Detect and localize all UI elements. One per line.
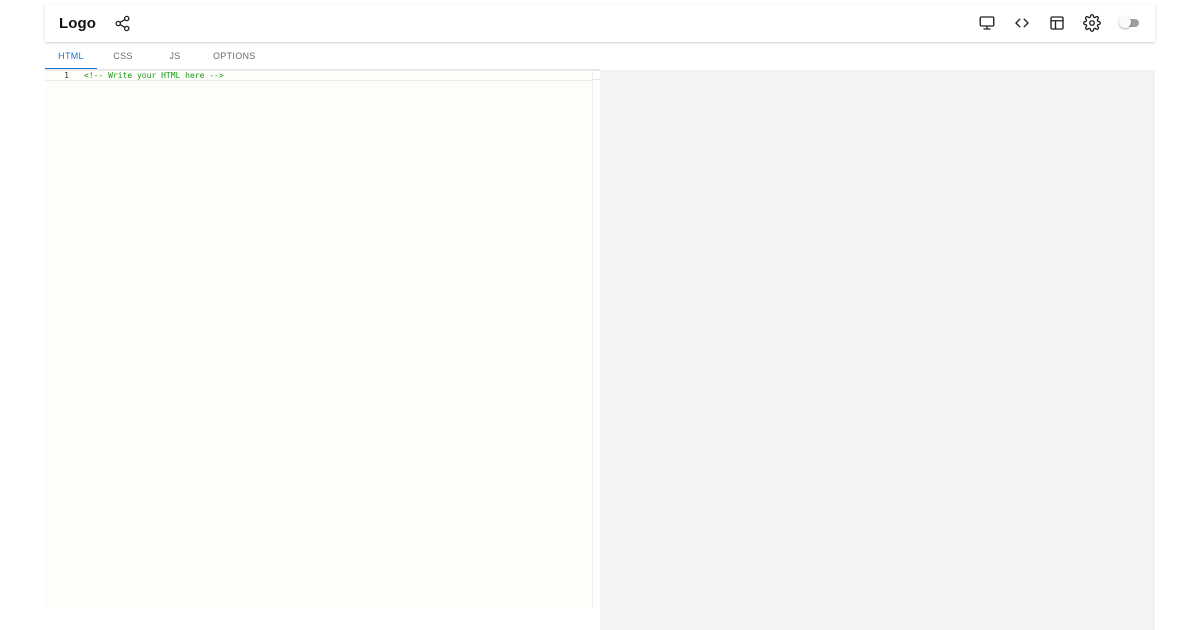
line-code[interactable]: <!-- Write your HTML here -->: [73, 71, 224, 80]
header-left: Logo: [59, 13, 132, 33]
preview-pane[interactable]: [600, 70, 1155, 630]
code-editor[interactable]: 1 <!-- Write your HTML here -->: [45, 70, 601, 607]
app-root: Logo HTML CSS JS OPTIONS 1 <!-- Write yo…: [0, 0, 1200, 630]
header-right: [977, 13, 1141, 33]
tab-js[interactable]: JS: [149, 44, 201, 70]
editor-tabs: HTML CSS JS OPTIONS: [45, 44, 268, 70]
logo: Logo: [59, 14, 97, 32]
toggle-thumb: [1119, 16, 1131, 28]
layout-icon[interactable]: [1047, 13, 1067, 33]
theme-toggle[interactable]: [1119, 16, 1141, 30]
desktop-monitor-icon[interactable]: [977, 13, 997, 33]
editor-line: 1 <!-- Write your HTML here -->: [45, 70, 593, 81]
line-number: 1: [64, 71, 69, 80]
gear-icon[interactable]: [1082, 13, 1102, 33]
tab-html[interactable]: HTML: [45, 44, 97, 70]
tab-options[interactable]: OPTIONS: [201, 44, 268, 70]
tab-css[interactable]: CSS: [97, 44, 149, 70]
code-brackets-icon[interactable]: [1012, 13, 1032, 33]
editor-scrollbar[interactable]: [592, 70, 601, 607]
share-icon[interactable]: [112, 13, 132, 33]
top-bar: Logo: [45, 4, 1155, 42]
